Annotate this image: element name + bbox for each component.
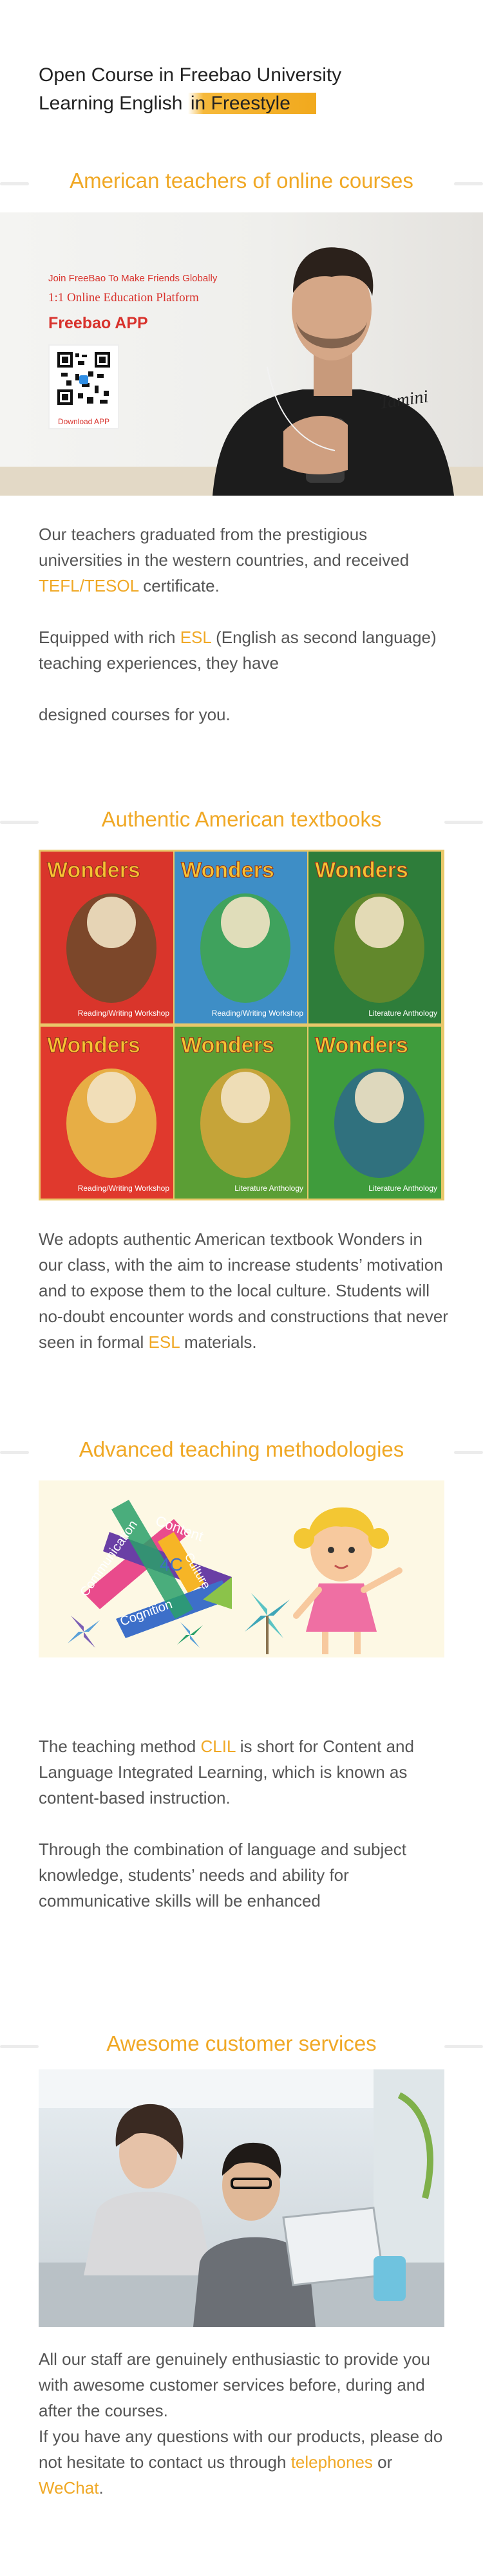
services-text-end: . [99,2478,104,2497]
banner-tagline: Join FreeBao To Make Friends Globally [48,273,218,284]
textbook-brand: Wonders [181,1033,274,1058]
esl-highlight: ESL [148,1332,180,1352]
customer-service-image [39,2069,444,2327]
services-paragraph: All our staff are genuinely enthusiastic… [39,2346,451,2501]
textbook-cover: Wonders Literature Anthology [175,1027,307,1199]
textbook-caption: Reading/Writing Workshop [78,1009,170,1018]
teachers-paragraph: Our teachers graduated from the prestigi… [39,521,451,727]
diagram-center-label: 4C [160,1554,183,1574]
teachers-text-c: Equipped with rich [39,628,180,647]
textbook-caption: Literature Anthology [368,1009,437,1018]
clil-highlight: CLIL [200,1737,236,1756]
services-text-mid: or [372,2452,393,2472]
banner-app-name: Freebao APP [48,314,148,332]
textbooks-paragraph: We adopts authentic American textbook Wo… [39,1226,451,1355]
tefl-highlight: TEFL/TESOL [39,576,139,595]
download-app-label: Download APP [57,417,110,426]
methodology-paragraph-1: The teaching method CLIL is short for Co… [39,1733,451,1811]
textbook-caption: Reading/Writing Workshop [78,1184,170,1193]
wechat-link[interactable]: WeChat [39,2478,99,2497]
textbook-brand: Wonders [315,1033,408,1058]
textbook-cover: Wonders Literature Anthology [308,1027,441,1199]
textbook-cover: Wonders Reading/Writing Workshop [175,852,307,1023]
textbook-brand: Wonders [47,1033,140,1058]
methodology-paragraph: The teaching method CLIL is short for Co… [39,1733,451,1914]
textbook-brand: Wonders [181,858,274,882]
page-title-line2-prefix: Learning English [39,93,188,114]
teachers-text-b: certificate. [138,576,220,595]
methodology-paragraph-2: Through the combination of language and … [39,1840,406,1910]
qr-code-card[interactable]: Download APP [48,344,119,429]
methodology-text-a: The teaching method [39,1737,201,1756]
textbook-cover: Wonders Reading/Writing Workshop [41,1027,173,1199]
textbook-caption: Reading/Writing Workshop [212,1009,304,1018]
textbook-caption: Literature Anthology [234,1184,303,1193]
teacher-banner: Tamini Join FreeBao To Make Friends Glob… [0,212,483,496]
textbook-grid: Wonders Reading/Writing Workshop Wonders Re… [39,850,444,1200]
page-title: Open Course in Freebao University Learni… [39,61,451,118]
teachers-text-a: Our teachers graduated from the prestigi… [39,525,410,570]
textbook-brand: Wonders [47,858,140,882]
textbook-cover: Wonders Reading/Writing Workshop [41,852,173,1023]
section-title-textbooks: Authentic American textbooks [101,807,382,831]
services-paragraph-2: If you have any questions with our produ… [39,2423,451,2501]
page-title-line1: Open Course in Freebao University [39,64,342,86]
teachers-paragraph-1: Our teachers graduated from the prestigi… [39,521,451,599]
telephones-link[interactable]: telephones [291,2452,373,2472]
textbook-cover: Wonders Literature Anthology [308,852,441,1023]
banner-platform: 1:1 Online Education Platform [48,291,199,304]
textbooks-text-b: materials. [179,1332,257,1352]
textbook-covers: Wonders Reading/Writing Workshop Wonders Re… [41,852,442,1199]
teachers-paragraph-3: designed courses for you. [39,705,231,724]
textbook-brand: Wonders [315,858,408,882]
teachers-paragraph-2: Equipped with rich ESL (English as secon… [39,624,451,676]
textbook-caption: Literature Anthology [368,1184,437,1193]
page-title-highlight: in Freestyle [187,93,316,114]
qr-code-icon [56,351,111,406]
services-paragraph-1: All our staff are genuinely enthusiastic… [39,2349,430,2420]
clil-diagram: 4C Content Communication Culture Cogniti… [39,1480,444,1657]
textbook-covers-image: Wonders Reading/Writing Workshop Wonders Re… [41,852,441,1199]
customer-service-photo [39,2069,444,2327]
page-title-line2: Learning English in Freestyle [39,89,451,118]
section-title-services: Awesome customer services [106,2031,377,2055]
section-title-methodologies: Advanced teaching methodologies [79,1437,404,1461]
esl-highlight: ESL [180,628,211,647]
section-title-teachers: American teachers of online courses [70,169,413,192]
